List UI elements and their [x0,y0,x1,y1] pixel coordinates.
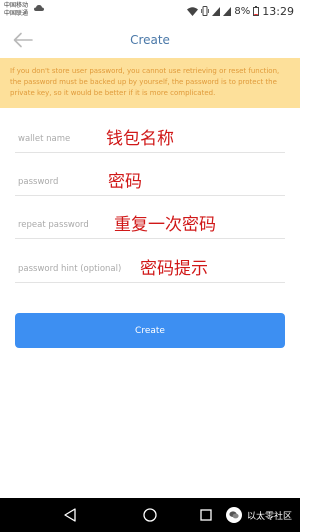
battery-percent: 8% [234,5,251,17]
password-hint-annotation: 密码提示 [140,259,208,279]
warning-text: If you don't store user password, you ca… [10,67,280,97]
signal-icon [212,6,221,16]
create-button[interactable]: Create [15,313,285,348]
status-right: 8% 13:29 [187,3,294,19]
nav-home-button[interactable] [141,506,159,524]
arrow-left-icon [13,32,33,48]
password-annotation: 密码 [108,172,142,192]
carrier-2: 中国联通 [4,10,29,17]
status-bar: 中国移动 中国联通 8% 13:29 [0,0,300,22]
carrier-info: 中国移动 中国联通 [4,2,28,18]
nav-bar: 以太零社区 [0,498,300,532]
wechat-icon [225,507,242,523]
wallet-name-input[interactable] [18,125,96,152]
page-title: Create [130,33,170,47]
carrier-1: 中国移动 [4,2,29,9]
repeat-password-field: 重复一次密码 [15,211,285,239]
clock: 13:29 [262,4,294,18]
watermark: 以太零社区 [225,507,292,523]
password-hint-input[interactable] [18,255,130,282]
triangle-back-icon [64,508,76,522]
password-field: 密码 [15,168,285,196]
square-recents-icon [200,509,212,521]
app-header: Create [0,22,300,58]
cloud-icon [34,5,44,11]
watermark-text: 以太零社区 [246,511,292,522]
repeat-password-annotation: 重复一次密码 [114,215,216,235]
vibrate-icon [201,6,210,16]
nav-recents-button[interactable] [197,506,215,524]
signal-icon-2 [223,6,232,16]
warning-banner: If you don't store user password, you ca… [0,58,300,108]
repeat-password-input[interactable] [18,211,96,238]
password-input[interactable] [18,168,96,195]
back-button[interactable] [10,28,36,52]
wallet-name-annotation: 钱包名称 [106,129,174,149]
circle-home-icon [143,508,157,522]
nav-back-button[interactable] [61,506,79,524]
wallet-name-field: 钱包名称 [15,125,285,153]
battery-icon [253,6,260,16]
wifi-icon [187,6,199,16]
password-hint-field: 密码提示 [15,255,285,283]
